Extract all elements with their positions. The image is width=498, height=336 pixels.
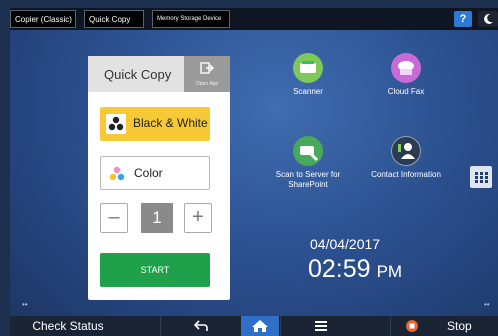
home-screen: Copier (Classic) Quick Copy Memory Stora… — [10, 8, 498, 336]
app-scan-to-server-sharepoint[interactable]: Scan to Server for SharePoint — [260, 136, 356, 190]
app-scanner-label: Scanner — [293, 87, 323, 96]
tab-quick-copy[interactable]: Quick Copy — [84, 10, 144, 28]
contact-info-icon — [391, 136, 421, 166]
black-white-dots-icon — [106, 114, 126, 134]
open-app-label: Open App — [195, 81, 219, 87]
stop-icon — [406, 320, 418, 332]
check-status-button[interactable]: Check Status — [10, 316, 126, 336]
start-button[interactable]: START — [100, 253, 210, 287]
black-and-white-button[interactable]: Black & White — [100, 107, 210, 141]
copy-quantity[interactable]: 1 — [141, 203, 173, 233]
bottom-bar: Check Status Stop — [10, 316, 498, 336]
back-icon — [193, 320, 208, 331]
energy-saver-button[interactable] — [478, 11, 498, 27]
open-app-button[interactable]: Open App — [184, 56, 230, 92]
top-bar: Copier (Classic) Quick Copy Memory Stora… — [10, 8, 498, 30]
color-dots-icon — [109, 166, 125, 181]
decrease-quantity-button[interactable]: – — [100, 203, 128, 233]
date-display: 04/04/2017 — [310, 236, 381, 252]
tab-memory-storage-device[interactable]: Memory Storage Device — [152, 10, 230, 28]
tab-copier-classic[interactable]: Copier (Classic) — [10, 10, 76, 28]
widget-title: Quick Copy — [104, 67, 172, 82]
app-scanner[interactable]: Scanner — [260, 53, 356, 97]
home-icon — [252, 320, 268, 332]
open-app-icon — [200, 62, 214, 74]
app-cloud-fax-label: Cloud Fax — [387, 87, 425, 96]
app-cloud-fax[interactable]: Cloud Fax — [358, 53, 454, 97]
color-label: Color — [134, 166, 163, 180]
page-indicator-left: •• — [22, 300, 28, 309]
clock-ampm: PM — [376, 262, 403, 281]
home-button[interactable] — [241, 316, 279, 336]
quick-copy-widget: Quick Copy Open App Black & White Color … — [88, 56, 230, 300]
clock-time: 02:59 — [308, 255, 371, 283]
increase-quantity-button[interactable]: + — [184, 203, 212, 233]
time-display: 02:59 PM — [308, 255, 402, 284]
scanner-icon — [293, 53, 323, 83]
app-contact-information[interactable]: Contact Information — [358, 136, 454, 180]
scan-to-server-icon — [293, 136, 323, 166]
menu-button[interactable] — [280, 316, 361, 336]
color-button[interactable]: Color — [100, 156, 210, 190]
black-and-white-label: Black & White — [133, 116, 208, 130]
page-indicator-right: •• — [484, 300, 490, 309]
menu-icon — [315, 321, 327, 331]
app-contact-information-label: Contact Information — [371, 170, 441, 179]
back-button[interactable] — [160, 316, 241, 336]
app-scan-to-server-label: Scan to Server for SharePoint — [275, 170, 341, 189]
all-apps-button[interactable] — [470, 166, 492, 188]
device-bezel: Copier (Classic) Quick Copy Memory Stora… — [0, 0, 498, 336]
stop-button[interactable]: Stop — [390, 316, 498, 336]
widget-header: Quick Copy Open App — [88, 56, 230, 92]
stop-label: Stop — [447, 319, 472, 333]
help-button[interactable]: ? — [454, 11, 472, 27]
cloud-fax-icon — [391, 53, 421, 83]
moon-icon — [484, 13, 493, 24]
